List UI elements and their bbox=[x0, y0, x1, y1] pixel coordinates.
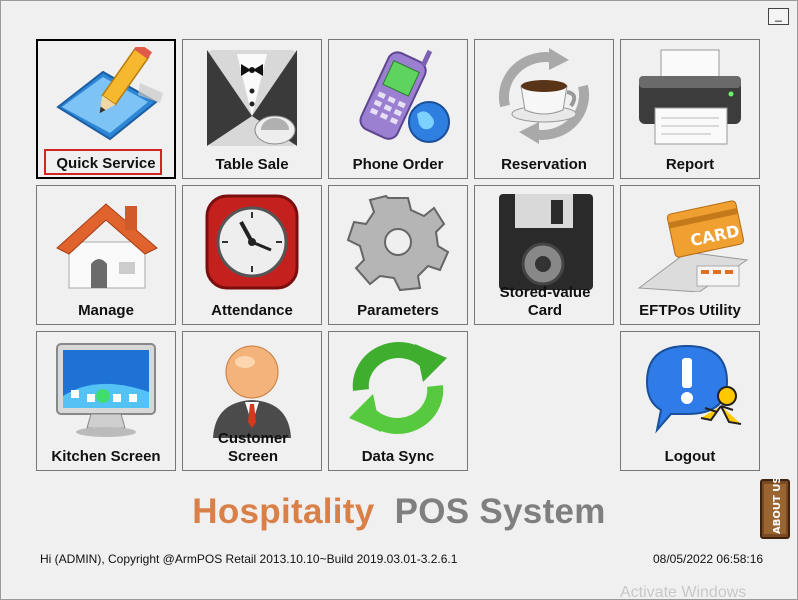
sync-arrows-icon bbox=[349, 342, 447, 434]
data-sync-tile[interactable]: Data Sync bbox=[328, 331, 468, 471]
floppy-disk-icon bbox=[499, 194, 593, 290]
quick-service-tile[interactable]: Quick Service bbox=[36, 39, 176, 179]
tile-label: Kitchen Screen bbox=[51, 448, 161, 465]
tile-label: Manage bbox=[78, 302, 134, 319]
tile-label: Logout bbox=[664, 448, 716, 465]
tile-label: Stored-value Card bbox=[499, 284, 591, 319]
tile-label: Table Sale bbox=[215, 156, 289, 173]
attendance-tile[interactable]: Attendance bbox=[182, 185, 322, 325]
customer-person-icon bbox=[213, 345, 291, 438]
kitchen-screen-tile[interactable]: Kitchen Screen bbox=[36, 331, 176, 471]
tile-label: Phone Order bbox=[352, 156, 444, 173]
stored-value-card-tile[interactable]: Stored-value Card bbox=[474, 185, 614, 325]
clock-icon bbox=[205, 194, 299, 290]
coffee-cup-cycle-icon bbox=[498, 48, 590, 144]
customer-screen-tile[interactable]: Customer Screen bbox=[182, 331, 322, 471]
about-us-button[interactable]: ABOUT US bbox=[760, 478, 790, 540]
table-sale-tile[interactable]: Table Sale bbox=[182, 39, 322, 179]
about-us-label: ABOUT US bbox=[772, 478, 783, 534]
waiter-tuxedo-icon bbox=[207, 50, 297, 146]
report-tile[interactable]: Report bbox=[620, 39, 760, 179]
minimize-button[interactable]: _ bbox=[768, 8, 789, 25]
datetime-text: 08/05/2022 06:58:16 bbox=[653, 552, 764, 566]
logout-runner-icon bbox=[645, 344, 742, 434]
brand-word-hospitality: Hospitality bbox=[192, 492, 375, 531]
tile-label: Attendance bbox=[211, 302, 293, 319]
brand-word-pos-system: POS System bbox=[394, 492, 606, 531]
brand-title: Hospitality POS System bbox=[0, 492, 798, 532]
parameters-tile[interactable]: Parameters bbox=[328, 185, 468, 325]
card-terminal-icon: CARD bbox=[637, 200, 749, 292]
phone-order-tile[interactable]: Phone Order bbox=[328, 39, 468, 179]
tile-label: Parameters bbox=[357, 302, 439, 319]
logout-tile[interactable]: Logout bbox=[620, 331, 760, 471]
copyright-text: Hi (ADMIN), Copyright @ArmPOS Retail 201… bbox=[40, 552, 458, 566]
tile-label: Reservation bbox=[501, 156, 587, 173]
tile-label: EFTPos Utility bbox=[639, 302, 741, 319]
printer-icon bbox=[639, 49, 741, 145]
tile-label: Report bbox=[665, 156, 715, 173]
phone-globe-icon bbox=[359, 49, 450, 143]
monitor-icon bbox=[56, 343, 156, 437]
gear-icon bbox=[346, 194, 450, 292]
eftpos-utility-tile[interactable]: CARD EFTPos Utility bbox=[620, 185, 760, 325]
manage-tile[interactable]: Manage bbox=[36, 185, 176, 325]
house-icon bbox=[56, 203, 158, 289]
tile-label: Data Sync bbox=[361, 448, 435, 465]
tile-label: Quick Service bbox=[56, 155, 156, 172]
reservation-tile[interactable]: Reservation bbox=[474, 39, 614, 179]
pencil-paper-icon bbox=[56, 47, 163, 141]
tile-label: Customer Screen bbox=[217, 430, 288, 465]
activate-windows-watermark: Activate Windows bbox=[620, 584, 747, 598]
